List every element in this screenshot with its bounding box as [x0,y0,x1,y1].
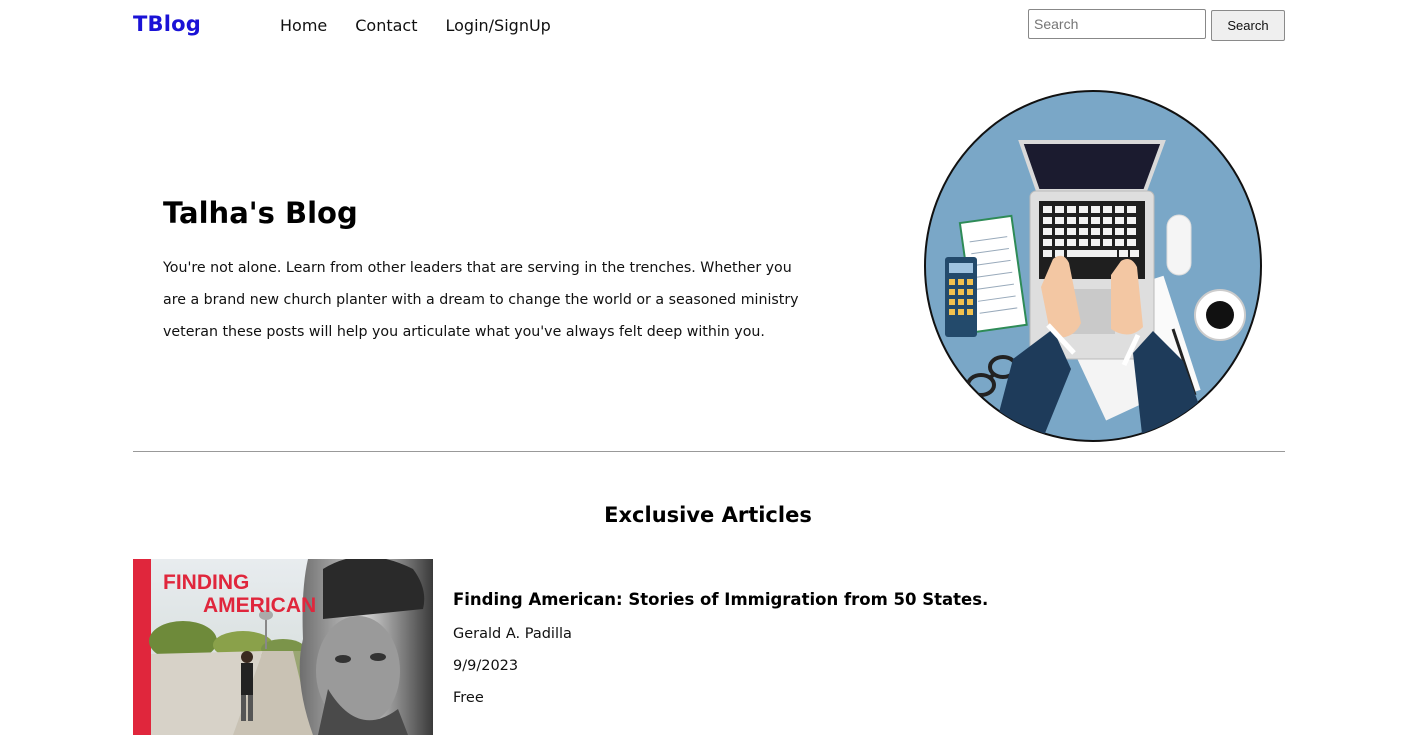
search-button[interactable]: Search [1211,10,1285,41]
article-cover-image[interactable]: FINDING AMERICAN [133,559,433,735]
section-divider [133,451,1285,452]
hero-title: Talha's Blog [163,196,358,230]
cover-title-line1: FINDING [163,571,249,594]
article-title[interactable]: Finding American: Stories of Immigration… [453,590,988,609]
exclusive-articles-title: Exclusive Articles [604,503,812,527]
top-navbar: TBlog Home Contact Login/SignUp Search [0,0,1416,56]
search-input[interactable] [1028,9,1206,39]
article-author: Gerald A. Padilla [453,626,572,642]
hero-illustration [923,89,1263,443]
brand-logo[interactable]: TBlog [133,12,201,36]
nav-links: Home Contact Login/SignUp [280,16,551,35]
nav-link-contact[interactable]: Contact [355,16,417,35]
nav-link-home[interactable]: Home [280,16,327,35]
cover-title-line2: AMERICAN [203,594,316,617]
nav-link-login-signup[interactable]: Login/SignUp [446,16,551,35]
article-price: Free [453,690,484,706]
hero-description: You're not alone. Learn from other leade… [163,260,799,340]
article-date: 9/9/2023 [453,658,519,674]
